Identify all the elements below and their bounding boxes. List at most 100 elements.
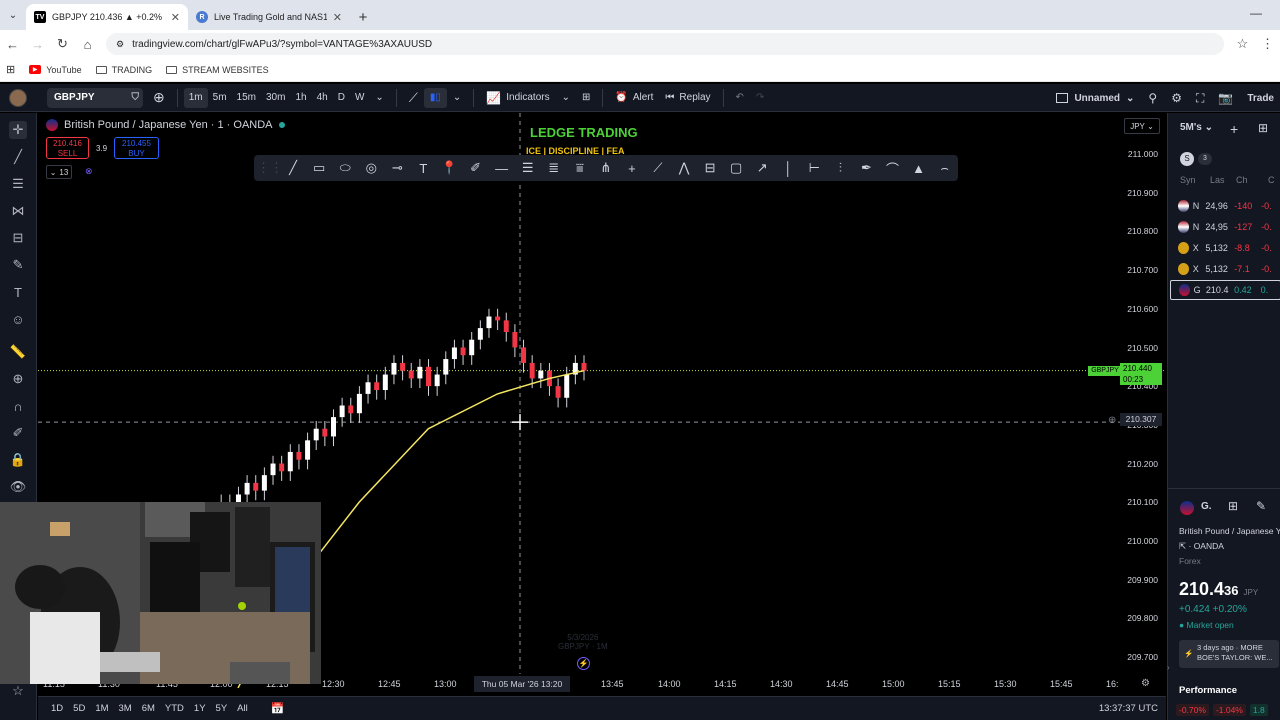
brush-icon[interactable]: ✎ (9, 256, 27, 274)
symbol-search[interactable]: GBPJPY ⛉ (47, 87, 143, 108)
detail-edit-icon[interactable]: ✎ (1256, 499, 1266, 513)
detail-grid-icon[interactable]: ⊞ (1228, 499, 1238, 513)
chevron-down-icon[interactable]: ⌄ (369, 92, 389, 103)
volume-profile-icon[interactable]: ⫶ (830, 160, 850, 176)
range-1y[interactable]: 1Y (189, 703, 211, 714)
col-last[interactable]: Las (1210, 175, 1236, 185)
range-1m[interactable]: 1M (90, 703, 113, 714)
range-3m[interactable]: 3M (114, 703, 137, 714)
polyline-icon[interactable]: ⋀ (674, 160, 694, 176)
indicators-button[interactable]: 📈 Indicators (480, 91, 555, 105)
undo-icon[interactable]: ↶ (730, 92, 750, 103)
price-axis[interactable]: JPY ⌄ 211.000 210.900 210.800 210.700 210.60… (1120, 113, 1166, 696)
back-icon[interactable]: ← (0, 37, 25, 52)
tab-search-icon[interactable]: ⌄ (0, 0, 26, 30)
watchlist-row[interactable]: G 210.4 0.42 0. (1170, 280, 1280, 300)
site-info-icon[interactable]: ⚙ (116, 39, 124, 50)
section-toggle-icon[interactable]: S (1180, 152, 1194, 166)
news-item[interactable]: ⚡ 3 days ago · MORE BOE'S TAYLOR: WE... (1179, 640, 1279, 668)
external-link-icon[interactable]: ⇱ (1179, 541, 1186, 551)
timeframe-1h[interactable]: 1h (290, 88, 311, 108)
vertical-line-icon[interactable]: │ (778, 161, 798, 176)
add-symbol-plus-icon[interactable]: + (1230, 121, 1238, 137)
add-alert-plus-icon[interactable]: ⊕ (1108, 415, 1116, 426)
trend-line-icon[interactable]: ╱ (9, 148, 27, 166)
candles-icon[interactable]: ▮▯ (423, 87, 447, 108)
favorites-star-icon[interactable]: ☆ (9, 682, 27, 700)
forward-icon[interactable]: → (25, 37, 50, 52)
fib-extension-icon[interactable]: ≣ (544, 160, 564, 176)
utc-clock[interactable]: 13:37:37 UTC (1099, 703, 1158, 714)
magnet-icon[interactable]: ∩ (9, 397, 27, 415)
replay-button[interactable]: ⏮ Replay (659, 92, 716, 103)
callout-icon[interactable]: ▢ (726, 160, 746, 176)
compare-plus-icon[interactable]: ⊕ (147, 89, 171, 106)
watchlist-row[interactable]: X 5,132 -8.8 -0. (1170, 238, 1280, 258)
bookmark-youtube[interactable]: ▶ YouTube (29, 65, 82, 75)
avatar[interactable] (9, 88, 27, 107)
reload-icon[interactable]: ↻ (50, 36, 75, 52)
price-label-icon[interactable]: ⊟ (700, 160, 720, 176)
flash-icon[interactable]: ⚡ (577, 657, 590, 670)
timeframe-4h[interactable]: 4h (312, 88, 333, 108)
currency-select[interactable]: JPY ⌄ (1124, 118, 1160, 134)
close-tab-icon[interactable]: ✕ (171, 11, 180, 24)
range-all[interactable]: All (232, 703, 253, 714)
range-5y[interactable]: 5Y (211, 703, 233, 714)
fib-lines-icon[interactable]: ☰ (9, 175, 27, 193)
bookmark-star-icon[interactable]: ☆ (1230, 36, 1255, 52)
indicators-toggle[interactable]: ⌄ 13 (46, 165, 72, 179)
url-input[interactable]: ⚙ tradingview.com/chart/glFwAPu3/?symbol… (106, 33, 1224, 55)
calendar-icon[interactable]: 📅 (271, 702, 285, 715)
bookmark-trading[interactable]: TRADING (95, 65, 152, 75)
timeframe-30m[interactable]: 30m (261, 88, 290, 108)
quick-search-icon[interactable]: ⚲ (1148, 91, 1157, 105)
highlighter-icon[interactable]: ▲ (909, 161, 929, 176)
watchlist-row[interactable]: X 5,132 -7.1 -0. (1170, 259, 1280, 279)
zoom-icon[interactable]: ⊕ (9, 370, 27, 388)
close-tab-icon[interactable]: ✕ (333, 11, 342, 24)
cross-line-icon[interactable]: + (622, 161, 642, 176)
settings-gear-icon[interactable]: ⚙ (1171, 91, 1182, 105)
line-chart-icon[interactable]: ⟋ (403, 90, 424, 106)
collapse-panel-icon[interactable]: › (1167, 663, 1170, 672)
camera-icon[interactable]: 📷 (1218, 91, 1233, 105)
alert-button[interactable]: ⏰ Alert (609, 92, 659, 103)
indicator-settings-icon[interactable]: ⊗ (85, 166, 93, 177)
parallel-channel-icon[interactable]: ⩸ (570, 160, 590, 176)
bookmark-stream-websites[interactable]: STREAM WEBSITES (166, 65, 269, 75)
emoji-icon[interactable]: ☺ (9, 310, 27, 328)
buy-button[interactable]: 210.455 BUY (114, 137, 159, 159)
timeframe-d[interactable]: D (333, 88, 350, 108)
col-change-pct[interactable]: C (1268, 175, 1275, 185)
curve-icon[interactable]: ⌒ (883, 159, 903, 178)
range-1d[interactable]: 1D (46, 703, 68, 714)
browser-tab-live[interactable]: R Live Trading Gold and NAS100 ✕ (188, 4, 350, 30)
pattern-icon[interactable]: ⋈ (9, 202, 27, 220)
browser-tab-tradingview[interactable]: TV GBPJPY 210.436 ▲ +0.2% Unna ✕ (26, 4, 188, 30)
timeframe-w[interactable]: W (350, 88, 369, 108)
range-6m[interactable]: 6M (137, 703, 160, 714)
apps-grid-icon[interactable]: ⊞ (6, 63, 15, 76)
timeframe-1m[interactable]: 1m (183, 87, 208, 108)
text-tool-icon[interactable]: T (9, 283, 27, 301)
lock-drawing-icon[interactable]: ✐ (9, 424, 27, 442)
fullscreen-icon[interactable]: ⛶ (1196, 91, 1204, 106)
time-axis-settings-icon[interactable]: ⚙ (1141, 678, 1150, 689)
ellipse-tool-icon[interactable]: ⬭ (335, 160, 355, 176)
redo-icon[interactable]: ↷ (750, 92, 770, 103)
pin-icon[interactable]: 📍 (439, 160, 459, 176)
col-change[interactable]: Ch (1236, 175, 1268, 185)
watchlist-row[interactable]: N 24,96 -140 -0. (1170, 196, 1280, 216)
path-tool-icon[interactable]: ⟋ (648, 160, 668, 176)
rectangle-tool-icon[interactable]: ▭ (309, 160, 329, 176)
watchlist-row[interactable]: N 24,95 -127 -0. (1170, 217, 1280, 237)
range-5d[interactable]: 5D (68, 703, 90, 714)
fib-retracement-icon[interactable]: ☰ (518, 160, 538, 176)
menu-icon[interactable]: ⋮ (1255, 36, 1280, 52)
position-tool-icon[interactable]: ⊟ (9, 229, 27, 247)
line-tool-icon[interactable]: ╱ (283, 160, 303, 176)
horizontal-ray-icon[interactable]: ⊸ (387, 160, 407, 176)
crosshair-icon[interactable]: ✛ (9, 121, 27, 139)
new-tab-button[interactable]: + (350, 4, 376, 30)
